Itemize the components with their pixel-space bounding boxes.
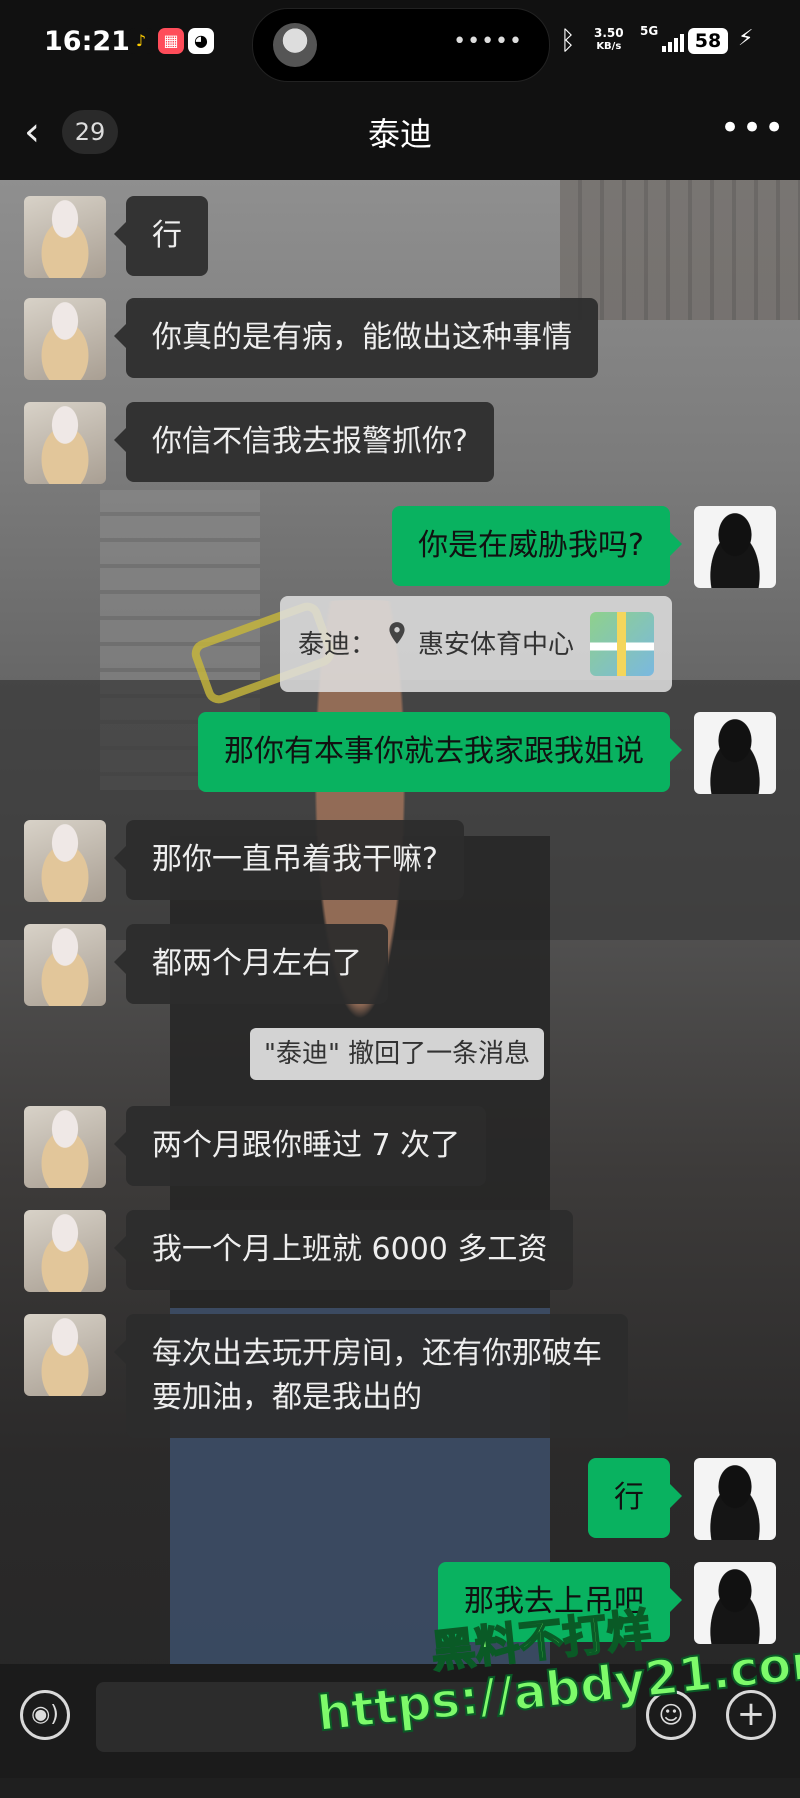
back-chevron-icon[interactable]: ‹ [24,110,40,154]
incoming-message[interactable]: 行 [114,196,208,276]
notification-app-icon: ▦ [158,28,184,54]
contact-avatar[interactable] [24,924,106,1006]
incoming-message[interactable]: 每次出去玩开房间，还有你那破车 要加油，都是我出的 [114,1314,628,1438]
net-speed: 3.50 KB/s [594,26,624,54]
chat-header: 泰迪 ‹ 29 ••• [0,90,800,180]
outgoing-message[interactable]: 那你有本事你就去我家跟我姐说 [198,712,682,792]
contact-avatar[interactable] [24,402,106,484]
location-place: 惠安体育中心 [418,630,575,660]
contact-avatar[interactable] [24,1106,106,1188]
outgoing-message[interactable]: 你是在威胁我吗? [392,506,682,586]
location-pin-icon [389,622,405,644]
incoming-message[interactable]: 那你一直吊着我干嘛? [114,820,464,900]
location-sender: 泰迪： [298,630,377,660]
signal-bars-icon [662,34,684,52]
signal-label: 5G [640,24,659,38]
bluetooth-icon: ᛒ [560,26,576,56]
contact-avatar[interactable] [24,298,106,380]
status-bar: 16:21 ♪ ▦ ◕ ••••• ᛒ 3.50 KB/s 5G 58 ⚡ [0,0,800,90]
location-card[interactable]: 泰迪： 惠安体育中心 [280,596,672,692]
dynamic-island[interactable]: ••••• [252,8,550,82]
map-thumbnail [590,612,654,676]
incoming-message[interactable]: 我一个月上班就 6000 多工资 [113,1210,574,1290]
chat-title: 泰迪 [367,115,432,153]
island-dots: ••••• [453,29,523,54]
charging-icon: ⚡ [738,26,754,51]
unread-count-badge[interactable]: 29 [62,110,118,154]
contact-avatar[interactable] [24,1210,106,1292]
status-time: 16:21 [44,26,130,57]
incoming-message[interactable]: 都两个月左右了 [114,924,388,1004]
incoming-message[interactable]: 你真的是有病，能做出这种事情 [114,298,598,378]
contact-avatar[interactable] [24,1314,106,1396]
music-app-icon: ♪ [128,28,154,54]
net-speed-unit: KB/s [596,41,622,52]
background-building [560,180,800,320]
outgoing-message[interactable]: 行 [588,1458,682,1538]
my-avatar[interactable] [694,1458,776,1540]
qq-icon: ◕ [188,28,214,54]
more-options-icon[interactable]: ••• [720,108,786,148]
battery-icon: 58 [688,28,728,54]
net-speed-value: 3.50 [594,26,624,40]
contact-avatar[interactable] [24,196,106,278]
my-avatar[interactable] [694,506,776,588]
incoming-message[interactable]: 你信不信我去报警抓你? [114,402,494,482]
contact-avatar[interactable] [24,820,106,902]
voice-input-icon[interactable]: ◉) [20,1690,70,1740]
recall-notice: "泰迪" 撤回了一条消息 [250,1028,545,1080]
incoming-message[interactable]: 两个月跟你睡过 7 次了 [113,1106,487,1186]
my-avatar[interactable] [694,712,776,794]
media-thumbnail [273,23,317,67]
